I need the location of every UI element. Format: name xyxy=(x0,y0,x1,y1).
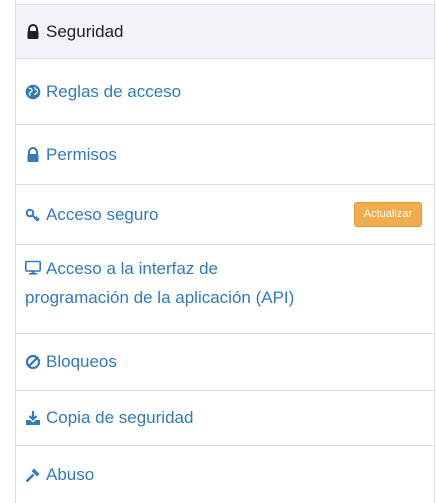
lock-icon xyxy=(25,146,41,163)
gavel-icon xyxy=(25,467,41,483)
sidebar-item-seguridad[interactable]: Seguridad xyxy=(16,4,434,59)
sidebar-item-label: Acceso seguro xyxy=(46,204,159,224)
lock-icon xyxy=(25,23,41,40)
sidebar-item-label: Permisos xyxy=(46,144,117,164)
key-icon xyxy=(25,207,41,223)
globe-icon xyxy=(25,84,41,100)
sidebar-item-label: Bloqueos xyxy=(46,352,117,371)
download-icon xyxy=(25,410,41,426)
update-badge-button[interactable]: Actualizar xyxy=(353,202,422,227)
sidebar-item-label-line1: Acceso a la interfaz de xyxy=(46,259,218,278)
sidebar-item-label: Seguridad xyxy=(46,21,124,41)
sidebar-item-label: Abuso xyxy=(46,464,95,484)
sidebar-item-permisos[interactable]: Permisos xyxy=(16,125,434,185)
ban-icon xyxy=(25,354,41,370)
sidebar-item-bloqueos[interactable]: Bloqueos xyxy=(16,334,434,391)
sidebar-item-copia-de-seguridad[interactable]: Copia de seguridad xyxy=(16,391,434,446)
sidebar-item-acceso-seguro[interactable]: Acceso seguro Actualizar xyxy=(16,185,434,245)
sidebar-item-api-access[interactable]: Acceso a la interfaz de programación de … xyxy=(16,245,434,334)
sidebar-item-reglas-de-acceso[interactable]: Reglas de acceso xyxy=(16,59,434,125)
sidebar-item-label: Acceso a la interfaz de programación de … xyxy=(25,254,294,312)
sidebar-item-label: Reglas de acceso xyxy=(46,81,182,101)
security-sidebar-menu: Seguridad Reglas de acceso Permisos Acce… xyxy=(15,0,435,503)
sidebar-item-label-line2: programación de la aplicación (API) xyxy=(25,288,295,307)
monitor-icon xyxy=(25,260,41,276)
sidebar-item-label: Copia de seguridad xyxy=(46,408,194,427)
sidebar-item-abuso[interactable]: Abuso xyxy=(16,446,434,503)
